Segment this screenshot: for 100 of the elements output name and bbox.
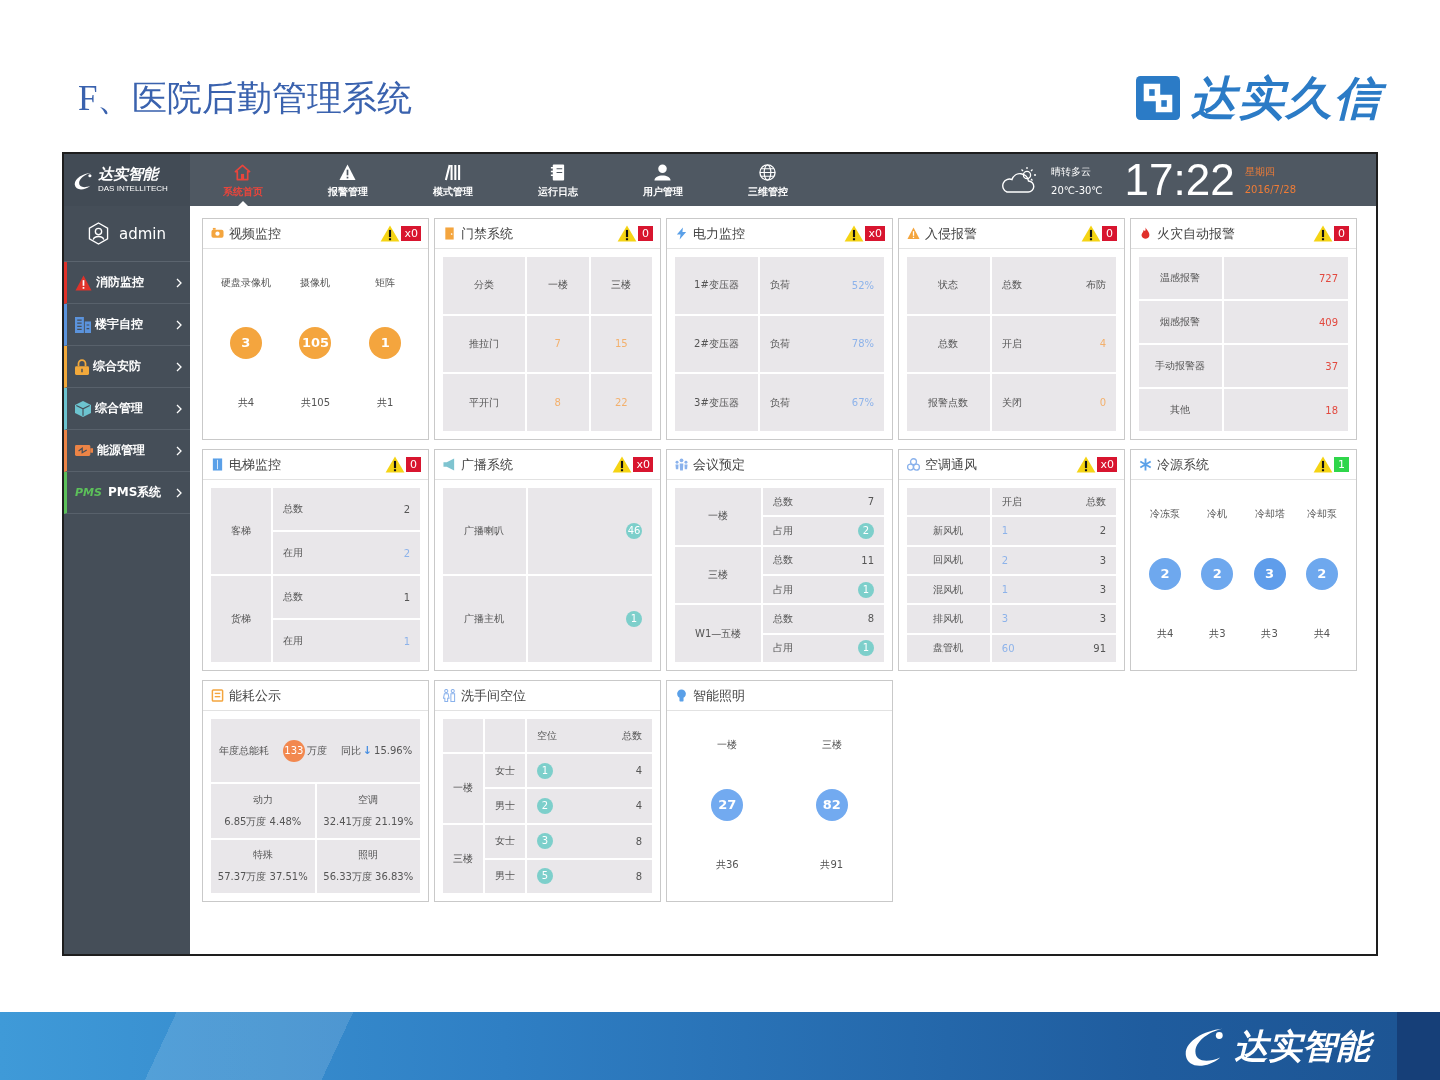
- logo-icon: [1136, 76, 1180, 120]
- total-label: 共1: [376, 396, 394, 411]
- count-badge: 3: [1253, 558, 1286, 590]
- elevator-icon: [211, 458, 224, 471]
- cell-text: 关闭: [1001, 395, 1022, 410]
- total-label: 共105: [300, 396, 331, 411]
- user-icon: [654, 164, 671, 181]
- nav-tab[interactable]: 运行日志: [505, 154, 610, 206]
- alert-count: 1: [1334, 457, 1349, 472]
- chevron-right-icon: [176, 403, 182, 414]
- cell-value: 1: [403, 635, 410, 647]
- cell-text: 负荷: [769, 278, 790, 293]
- category-label: 动力: [252, 792, 273, 807]
- warning-icon: [380, 225, 401, 242]
- logo-subtitle: DAS INTELLITECH: [98, 184, 168, 194]
- alert-count: x0: [1097, 457, 1117, 472]
- table-cell: 727: [1223, 257, 1348, 299]
- category-label: 照明: [358, 848, 379, 863]
- alert-count: x0: [633, 457, 653, 472]
- change-value: 15.96%: [374, 745, 413, 757]
- item-label: 冷却塔: [1254, 506, 1285, 521]
- panel-title: 火灾自动报警: [1157, 224, 1235, 243]
- total-label: 共4: [1313, 627, 1331, 642]
- door-icon: [443, 227, 456, 240]
- table-cell: 女士: [485, 754, 525, 788]
- cell-text: 负荷: [769, 337, 790, 351]
- count-badge: 3: [537, 833, 553, 850]
- count-badge: 2: [858, 523, 874, 539]
- table-cell: 新风机: [907, 517, 990, 545]
- nav-tab[interactable]: 三维管控: [715, 154, 820, 206]
- cell-text: 60: [1001, 642, 1015, 654]
- unit-label: 万度: [306, 743, 327, 758]
- table-cell: 一楼: [527, 257, 589, 314]
- table-cell: 混风机: [907, 576, 990, 604]
- sidebar-item[interactable]: 综合安防: [64, 346, 190, 388]
- panel-title: 电梯监控: [229, 455, 281, 474]
- count-badge: 2: [1201, 558, 1234, 590]
- cell-value: 布防: [1086, 278, 1106, 293]
- count-badge: 82: [815, 789, 848, 821]
- cell-value: 8: [867, 613, 874, 625]
- warning-icon: [339, 164, 356, 181]
- table-cell: 男士: [485, 859, 525, 893]
- compare-label: 同比: [340, 743, 361, 758]
- cell-text: 总数: [773, 494, 794, 509]
- table-cell: 盘管机: [907, 634, 990, 662]
- cell-value: 1: [403, 591, 410, 603]
- cell-text: 总数: [773, 553, 794, 568]
- count-badge: 105: [299, 327, 332, 359]
- table-cell: 报警点数: [907, 374, 990, 431]
- cell-value: 0: [1099, 397, 1106, 409]
- user-icon: [88, 222, 109, 245]
- chevron-right-icon: [176, 277, 182, 288]
- alert-count: 0: [406, 457, 421, 472]
- item-label: 矩阵: [375, 275, 396, 290]
- panel-title: 门禁系统: [461, 224, 513, 243]
- item-label: 冷却泵: [1306, 506, 1337, 521]
- nav-tab[interactable]: 模式管理: [400, 154, 505, 206]
- sidebar-item[interactable]: PMS PMS系统: [64, 472, 190, 514]
- item-label: 三楼: [821, 737, 842, 752]
- sidebar-item[interactable]: 消防监控: [64, 262, 190, 304]
- total-label: 共4: [237, 396, 254, 411]
- globe-icon: [759, 164, 776, 181]
- table-cell: 8: [527, 374, 589, 431]
- alert-count: 0: [1334, 226, 1349, 241]
- cell-value: 4: [635, 765, 642, 777]
- clock-time: 17:22: [1124, 158, 1235, 202]
- count-badge: 1: [537, 762, 553, 779]
- chevron-right-icon: [176, 445, 182, 456]
- table-cell: 温感报警: [1139, 257, 1222, 299]
- table-cell: 37: [1223, 345, 1348, 387]
- table-cell: 总数: [907, 315, 990, 373]
- cell-text: 开启: [1001, 337, 1022, 351]
- count-badge: 2: [1149, 558, 1182, 590]
- sidebar-item[interactable]: 能源管理: [64, 430, 190, 472]
- cell-value: 总数: [622, 728, 642, 743]
- panel-title: 视频监控: [229, 224, 281, 243]
- notebook-icon: [549, 164, 566, 181]
- people-icon: [675, 458, 688, 471]
- footer-brand: 达实智能: [1232, 1023, 1378, 1069]
- lightning-icon: [675, 227, 688, 240]
- sidebar-item[interactable]: 综合管理: [64, 388, 190, 430]
- amount-value: 6.85万度 4.48%: [224, 814, 302, 829]
- panel-title: 冷源系统: [1157, 455, 1209, 474]
- table-cell: 三楼: [590, 257, 652, 314]
- user-name: admin: [119, 224, 166, 243]
- count-badge: 1: [369, 327, 402, 359]
- sidebar-item[interactable]: 楼宇自控: [64, 304, 190, 346]
- table-cell: [443, 719, 483, 753]
- table-cell: 分类: [443, 257, 525, 314]
- panel-title: 入侵报警: [925, 224, 977, 243]
- energy-label: 年度总能耗: [218, 743, 269, 758]
- nav-tab[interactable]: 用户管理: [610, 154, 715, 206]
- slide-title: F、医院后勤管理系统: [78, 77, 413, 120]
- item-label: 硬盘录像机: [220, 275, 271, 290]
- nav-tab[interactable]: 报警管理: [295, 154, 400, 206]
- cell-value: 2: [403, 503, 410, 515]
- cell-text: 在用: [283, 546, 303, 560]
- cell-value: 11: [861, 554, 874, 566]
- count-badge: 3: [229, 327, 262, 359]
- cell-text: 空位: [537, 728, 557, 743]
